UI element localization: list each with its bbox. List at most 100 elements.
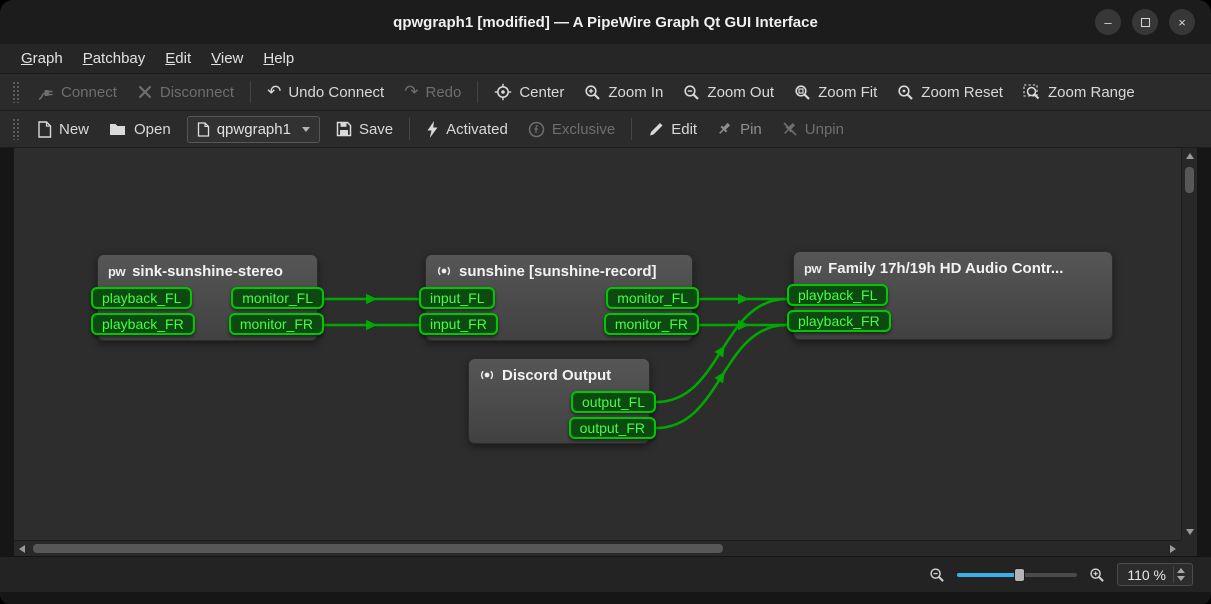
zoom-slider-handle[interactable] bbox=[1014, 568, 1025, 582]
node-sunshine-record[interactable]: sunshine [sunshine-record] input_FL inpu… bbox=[425, 254, 693, 341]
zoom-in-small-icon[interactable] bbox=[1089, 567, 1105, 583]
unpin-button[interactable]: Unpin bbox=[772, 116, 854, 143]
qpwgraph-window: qpwgraph1 [modified] — A PipeWire Graph … bbox=[0, 0, 1211, 604]
menu-edit[interactable]: Edit bbox=[156, 47, 200, 70]
menu-view[interactable]: View bbox=[202, 47, 252, 70]
patchbay-file-combobox[interactable]: qpwgraph1 bbox=[187, 116, 320, 143]
spin-down-icon[interactable] bbox=[1177, 576, 1185, 581]
zoom-reset-label: Zoom Reset bbox=[921, 84, 1003, 101]
edit-pencil-icon bbox=[648, 121, 664, 137]
save-label: Save bbox=[359, 121, 393, 138]
port-monitor-fr[interactable]: monitor_FR bbox=[229, 313, 324, 335]
center-icon bbox=[494, 83, 512, 101]
zoom-fit-button[interactable]: Zoom Fit bbox=[784, 79, 887, 106]
menu-graph[interactable]: Graph bbox=[12, 47, 72, 70]
menubar: Graph Patchbay Edit View Help bbox=[0, 44, 1211, 74]
spin-up-icon[interactable] bbox=[1177, 568, 1185, 573]
zoom-range-icon bbox=[1023, 84, 1041, 101]
disconnect-button[interactable]: Disconnect bbox=[127, 79, 244, 106]
toolbar-grip[interactable] bbox=[12, 118, 19, 140]
scroll-right-arrow-icon[interactable] bbox=[1170, 545, 1176, 553]
scroll-left-arrow-icon[interactable] bbox=[19, 545, 25, 553]
connection-arrow-icon bbox=[366, 294, 377, 304]
center-label: Center bbox=[519, 84, 564, 101]
save-icon bbox=[336, 121, 352, 137]
edit-patchbay-button[interactable]: Edit bbox=[638, 116, 707, 143]
connection-arrow-icon bbox=[366, 320, 377, 330]
statusbar: 110 % bbox=[0, 556, 1211, 592]
redo-button[interactable]: ↷ Redo bbox=[394, 79, 471, 106]
port-playback-fl[interactable]: playback_FL bbox=[787, 284, 888, 306]
connection-arrow-icon bbox=[714, 369, 729, 384]
port-input-fl[interactable]: input_FL bbox=[419, 287, 495, 309]
pipewire-icon: pw bbox=[804, 261, 821, 276]
zoom-reset-icon bbox=[897, 84, 914, 101]
undo-label: Undo Connect bbox=[288, 84, 384, 101]
zoom-slider[interactable] bbox=[957, 568, 1077, 582]
zoom-in-button[interactable]: Zoom In bbox=[574, 79, 673, 106]
menu-patchbay[interactable]: Patchbay bbox=[74, 47, 155, 70]
horizontal-scrollbar-thumb[interactable] bbox=[33, 544, 723, 553]
node-title: sink-sunshine-stereo bbox=[132, 263, 283, 280]
pin-button[interactable]: Pin bbox=[707, 116, 772, 143]
disconnect-label: Disconnect bbox=[160, 84, 234, 101]
spinbox-arrows bbox=[1173, 566, 1188, 583]
save-patchbay-button[interactable]: Save bbox=[326, 116, 403, 143]
port-playback-fr[interactable]: playback_FR bbox=[787, 310, 891, 332]
pin-label: Pin bbox=[740, 121, 762, 138]
open-patchbay-button[interactable]: Open bbox=[99, 116, 181, 143]
titlebar[interactable]: qpwgraph1 [modified] — A PipeWire Graph … bbox=[0, 0, 1211, 44]
node-title: Family 17h/19h HD Audio Contr... bbox=[828, 260, 1063, 277]
undo-connect-button[interactable]: ↶ Undo Connect bbox=[257, 79, 394, 106]
vertical-scrollbar[interactable] bbox=[1181, 148, 1197, 540]
patchbay-file-icon bbox=[197, 122, 210, 137]
scroll-up-arrow-icon[interactable] bbox=[1186, 153, 1194, 159]
maximize-button[interactable] bbox=[1132, 9, 1158, 35]
port-output-fl[interactable]: output_FL bbox=[571, 391, 656, 413]
zoom-in-icon bbox=[584, 84, 601, 101]
center-button[interactable]: Center bbox=[484, 78, 574, 106]
zoom-out-small-icon[interactable] bbox=[929, 567, 945, 583]
toolbar-separator bbox=[409, 118, 410, 140]
node-header[interactable]: pw Family 17h/19h HD Audio Contr... bbox=[794, 252, 1112, 284]
menu-help[interactable]: Help bbox=[254, 47, 303, 70]
record-icon bbox=[436, 263, 452, 279]
zoom-percent-spinbox[interactable]: 110 % bbox=[1117, 563, 1193, 586]
unpin-label: Unpin bbox=[805, 121, 844, 138]
connect-button[interactable]: Connect bbox=[27, 79, 127, 106]
node-family-hd-audio-controller[interactable]: pw Family 17h/19h HD Audio Contr... play… bbox=[793, 251, 1113, 340]
node-header[interactable]: pw sink-sunshine-stereo bbox=[98, 255, 317, 287]
zoom-reset-button[interactable]: Zoom Reset bbox=[887, 79, 1013, 106]
port-playback-fr[interactable]: playback_FR bbox=[91, 313, 195, 335]
new-patchbay-button[interactable]: New bbox=[27, 116, 99, 143]
node-sink-sunshine-stereo[interactable]: pw sink-sunshine-stereo playback_FL play… bbox=[97, 254, 318, 341]
node-header[interactable]: sunshine [sunshine-record] bbox=[426, 255, 692, 287]
horizontal-scrollbar[interactable] bbox=[14, 540, 1181, 556]
node-discord-output[interactable]: Discord Output output_FL output_FR bbox=[468, 358, 650, 444]
zoom-out-button[interactable]: Zoom Out bbox=[673, 79, 784, 106]
exclusive-toggle[interactable]: Exclusive bbox=[518, 116, 625, 143]
connection-arrow-icon bbox=[738, 294, 749, 304]
toolbar-grip[interactable] bbox=[12, 81, 19, 103]
unpin-icon bbox=[782, 121, 798, 137]
open-label: Open bbox=[134, 121, 171, 138]
port-output-fr[interactable]: output_FR bbox=[569, 417, 656, 439]
exclusive-icon bbox=[528, 121, 545, 138]
port-monitor-fl[interactable]: monitor_FL bbox=[606, 287, 699, 309]
activated-toggle[interactable]: Activated bbox=[416, 116, 518, 143]
minimize-button[interactable]: – bbox=[1095, 9, 1121, 35]
node-header[interactable]: Discord Output bbox=[469, 359, 649, 391]
close-button[interactable]: × bbox=[1169, 9, 1195, 35]
zoom-range-button[interactable]: Zoom Range bbox=[1013, 79, 1145, 106]
zoom-in-label: Zoom In bbox=[608, 84, 663, 101]
graph-canvas[interactable]: pw sink-sunshine-stereo playback_FL play… bbox=[14, 148, 1181, 540]
scrollbar-corner bbox=[1181, 540, 1197, 556]
port-input-fr[interactable]: input_FR bbox=[419, 313, 498, 335]
port-monitor-fl[interactable]: monitor_FL bbox=[231, 287, 324, 309]
new-label: New bbox=[59, 121, 89, 138]
port-monitor-fr[interactable]: monitor_FR bbox=[604, 313, 699, 335]
scroll-down-arrow-icon[interactable] bbox=[1186, 529, 1194, 535]
vertical-scrollbar-thumb[interactable] bbox=[1185, 167, 1194, 193]
port-playback-fl[interactable]: playback_FL bbox=[91, 287, 192, 309]
disconnect-icon bbox=[137, 84, 153, 100]
